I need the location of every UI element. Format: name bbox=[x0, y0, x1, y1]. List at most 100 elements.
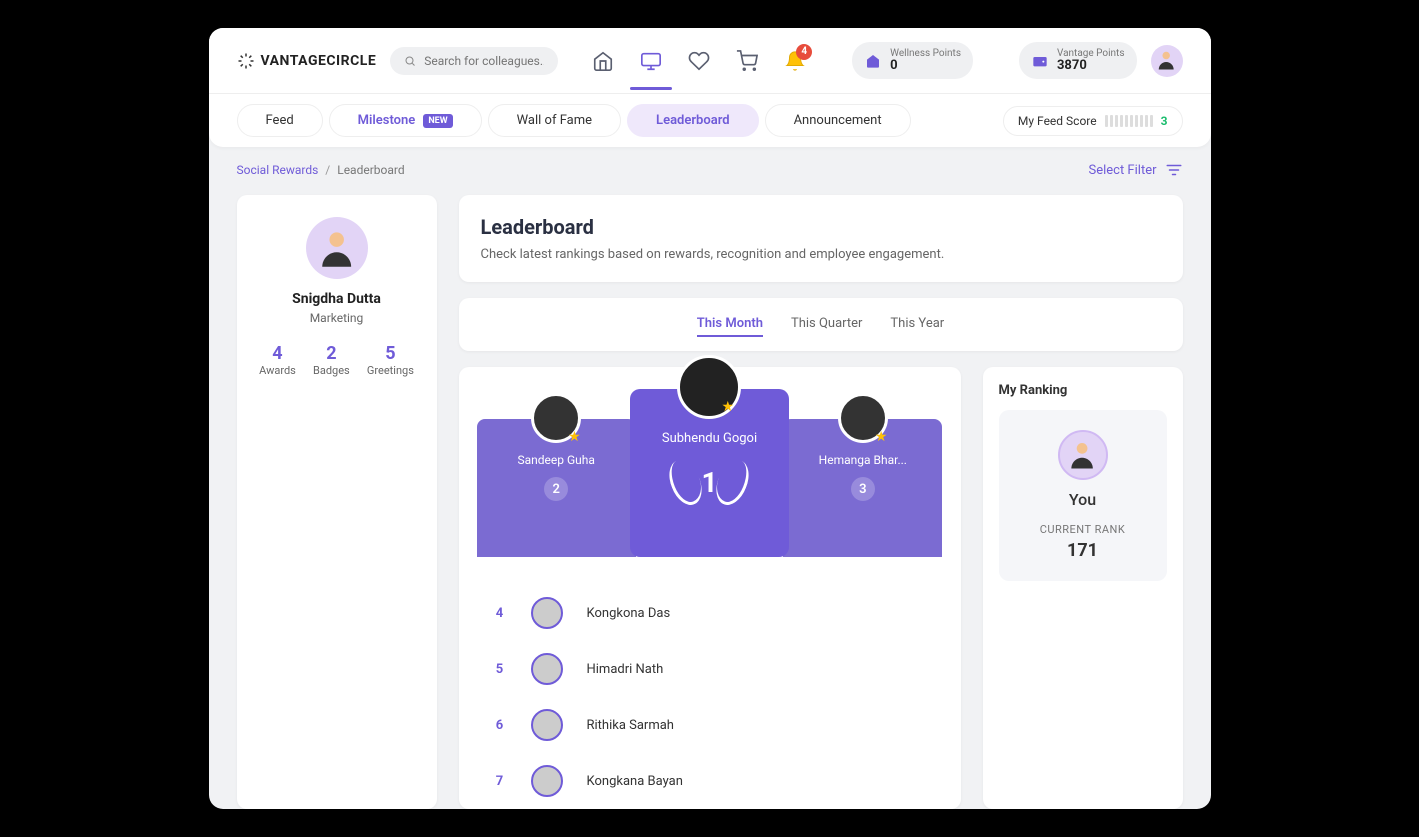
breadcrumb-root[interactable]: Social Rewards bbox=[237, 163, 319, 177]
breadcrumb: Social Rewards / Leaderboard bbox=[237, 163, 405, 177]
my-ranking-inner: You CURRENT RANK 171 bbox=[999, 410, 1167, 581]
profile-avatar bbox=[306, 217, 368, 279]
rank-list: 4 Kongkona Das5 Himadri Nath6 Rithika Sa… bbox=[477, 585, 943, 809]
brand-name: VANTAGECIRCLE bbox=[261, 53, 377, 69]
podium-first-rank: 1 bbox=[701, 466, 717, 499]
tab-milestone-label: Milestone bbox=[358, 113, 416, 128]
bell-icon[interactable]: 4 bbox=[784, 50, 806, 72]
user-avatar[interactable] bbox=[1151, 45, 1183, 77]
page-header-card: Leaderboard Check latest rankings based … bbox=[459, 195, 1183, 282]
page-subtitle: Check latest rankings based on rewards, … bbox=[481, 247, 1161, 262]
rank-row[interactable]: 7 Kongkana Bayan bbox=[477, 753, 943, 809]
stat-greetings-lbl: Greetings bbox=[367, 364, 414, 377]
tab-announcement[interactable]: Announcement bbox=[765, 104, 911, 137]
stat-awards-val: 4 bbox=[259, 343, 296, 364]
notification-badge: 4 bbox=[796, 44, 812, 60]
rank-number: 7 bbox=[493, 774, 507, 789]
monitor-icon[interactable] bbox=[640, 50, 662, 72]
wellness-label: Wellness Points bbox=[890, 48, 961, 59]
star-icon: ★ bbox=[721, 399, 734, 415]
podium-card: ★ Sandeep Guha 2 ★ Subhendu Gogoi 1 bbox=[459, 367, 961, 809]
search-input[interactable] bbox=[424, 54, 544, 68]
leaderboard-grid: ★ Sandeep Guha 2 ★ Subhendu Gogoi 1 bbox=[459, 367, 1183, 809]
stat-greetings: 5 Greetings bbox=[367, 343, 414, 377]
rank-avatar bbox=[531, 597, 563, 629]
period-month[interactable]: This Month bbox=[697, 312, 763, 337]
rank-number: 6 bbox=[493, 718, 507, 733]
rank-row[interactable]: 4 Kongkona Das bbox=[477, 585, 943, 641]
stat-awards-lbl: Awards bbox=[259, 364, 296, 377]
tab-leaderboard[interactable]: Leaderboard bbox=[627, 104, 759, 137]
podium-first[interactable]: ★ Subhendu Gogoi 1 bbox=[630, 389, 789, 557]
app-window: VANTAGECIRCLE 4 Wellness Points 0 bbox=[209, 28, 1211, 809]
rank-avatar bbox=[531, 709, 563, 741]
wellness-value: 0 bbox=[890, 59, 961, 73]
score-bars-icon bbox=[1105, 115, 1153, 127]
new-badge: NEW bbox=[423, 114, 452, 128]
rank-row[interactable]: 6 Rithika Sarmah bbox=[477, 697, 943, 753]
tab-announcement-label: Announcement bbox=[794, 113, 882, 128]
stat-greetings-val: 5 bbox=[367, 343, 414, 364]
current-rank-value: 171 bbox=[1009, 540, 1157, 561]
profile-dept: Marketing bbox=[251, 311, 423, 325]
tab-feed-label: Feed bbox=[266, 113, 294, 128]
podium-third-rank: 3 bbox=[851, 477, 875, 501]
current-rank-label: CURRENT RANK bbox=[1009, 523, 1157, 536]
period-year[interactable]: This Year bbox=[890, 312, 944, 337]
subbar: Social Rewards / Leaderboard Select Filt… bbox=[209, 147, 1211, 179]
wallet-icon bbox=[1031, 52, 1049, 70]
star-icon: ★ bbox=[875, 429, 888, 445]
my-ranking-card: My Ranking You CURRENT RANK 171 bbox=[983, 367, 1183, 809]
rank-name: Himadri Nath bbox=[587, 662, 664, 677]
breadcrumb-current: Leaderboard bbox=[337, 163, 404, 177]
stat-badges-val: 2 bbox=[313, 343, 350, 364]
stat-badges: 2 Badges bbox=[313, 343, 350, 377]
cart-icon[interactable] bbox=[736, 50, 758, 72]
podium: ★ Sandeep Guha 2 ★ Subhendu Gogoi 1 bbox=[477, 389, 943, 557]
heart-icon[interactable] bbox=[688, 50, 710, 72]
wellness-points-pill[interactable]: Wellness Points 0 bbox=[852, 42, 973, 79]
rank-avatar bbox=[531, 765, 563, 797]
person-icon bbox=[1066, 439, 1098, 471]
rank-name: Rithika Sarmah bbox=[587, 718, 674, 733]
tab-wall-of-fame[interactable]: Wall of Fame bbox=[488, 104, 621, 137]
feed-score-value: 3 bbox=[1161, 114, 1168, 128]
page-title: Leaderboard bbox=[481, 215, 1161, 239]
vantage-value: 3870 bbox=[1057, 59, 1125, 73]
filter-icon bbox=[1165, 161, 1183, 179]
my-ranking-you: You bbox=[1009, 490, 1157, 509]
my-avatar bbox=[1058, 430, 1108, 480]
person-icon bbox=[1155, 49, 1177, 71]
house-icon bbox=[864, 52, 882, 70]
podium-second-rank: 2 bbox=[544, 477, 568, 501]
tab-feed[interactable]: Feed bbox=[237, 104, 323, 137]
person-icon bbox=[315, 227, 358, 270]
brand-logo[interactable]: VANTAGECIRCLE bbox=[237, 52, 377, 70]
select-filter-button[interactable]: Select Filter bbox=[1088, 161, 1182, 179]
header: VANTAGECIRCLE 4 Wellness Points 0 bbox=[209, 28, 1211, 93]
profile-card: Snigdha Dutta Marketing 4 Awards 2 Badge… bbox=[237, 195, 437, 809]
content: Snigdha Dutta Marketing 4 Awards 2 Badge… bbox=[209, 179, 1211, 809]
rank-row[interactable]: 5 Himadri Nath bbox=[477, 641, 943, 697]
my-ranking-title: My Ranking bbox=[999, 383, 1167, 398]
period-quarter[interactable]: This Quarter bbox=[791, 312, 862, 337]
stat-badges-lbl: Badges bbox=[313, 364, 350, 377]
search-box[interactable] bbox=[390, 47, 558, 75]
feed-score-pill[interactable]: My Feed Score 3 bbox=[1003, 106, 1183, 136]
vantage-points-pill[interactable]: Vantage Points 3870 bbox=[1019, 42, 1137, 79]
star-icon: ★ bbox=[568, 429, 581, 445]
header-icons: 4 bbox=[592, 50, 806, 72]
podium-third[interactable]: ★ Hemanga Bhar... 3 bbox=[783, 419, 942, 557]
search-icon bbox=[404, 54, 416, 68]
nav-tabs: Feed Milestone NEW Wall of Fame Leaderbo… bbox=[209, 93, 1211, 147]
tab-milestone[interactable]: Milestone NEW bbox=[329, 104, 482, 137]
podium-second[interactable]: ★ Sandeep Guha 2 bbox=[477, 419, 636, 557]
period-tabs: This Month This Quarter This Year bbox=[459, 298, 1183, 351]
rank-number: 4 bbox=[493, 606, 507, 621]
feed-score-label: My Feed Score bbox=[1018, 114, 1097, 128]
podium-first-name: Subhendu Gogoi bbox=[630, 431, 789, 446]
filter-label: Select Filter bbox=[1088, 163, 1156, 178]
home-icon[interactable] bbox=[592, 50, 614, 72]
rank-name: Kongkana Bayan bbox=[587, 774, 683, 789]
laurel-icon: 1 bbox=[673, 456, 745, 508]
